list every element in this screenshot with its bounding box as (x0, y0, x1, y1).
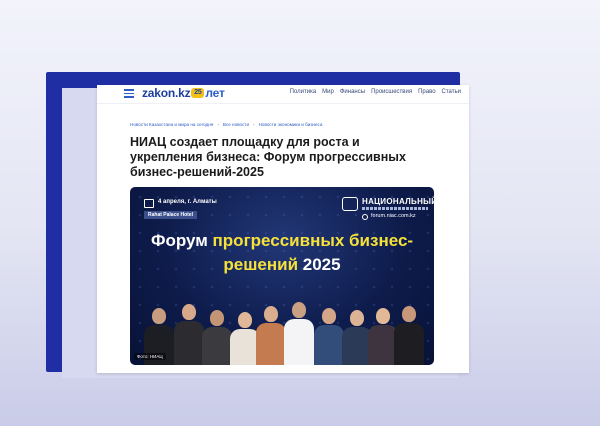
article-screenshot-card: zakon.kz 25 лет Политика Мир Финансы Про… (97, 85, 469, 373)
breadcrumb-item-home[interactable]: Новости Казахстана и мира на сегодня (130, 122, 213, 127)
speakers-group-photo (130, 279, 434, 365)
event-website: forum.niac.com.kz (371, 213, 416, 219)
nav-item-politics[interactable]: Политика (290, 89, 317, 95)
nav-item-law[interactable]: Право (418, 89, 435, 95)
hamburger-menu-icon[interactable] (124, 89, 134, 98)
logo-suffix: лет (205, 86, 225, 100)
site-header: zakon.kz 25 лет Политика Мир Финансы Про… (97, 85, 469, 104)
nav-item-finance[interactable]: Финансы (340, 89, 365, 95)
event-venue: Rahat Palace Hotel (144, 211, 198, 219)
calendar-icon (144, 199, 154, 208)
nav-item-articles[interactable]: Статьи (442, 89, 461, 95)
speaker-figure (284, 302, 314, 365)
org-subtitle-line (362, 207, 428, 210)
photo-credit: Фото: НИАЦ (134, 353, 166, 360)
speaker-figure (314, 308, 344, 365)
breadcrumb-item-all-news[interactable]: Все новости (223, 122, 249, 127)
speaker-figure (256, 306, 286, 365)
org-name: НАЦИОНАЛЬНЫЙ (362, 197, 434, 206)
main-nav: Политика Мир Финансы Происшествия Право … (290, 89, 461, 95)
banner-headline: Форум прогрессивных бизнес-решений 2025 (130, 229, 434, 277)
anniversary-badge-icon: 25 (191, 88, 205, 98)
speaker-figure (394, 306, 424, 365)
breadcrumb-item-business[interactable]: Новости экономики и бизнеса (259, 122, 323, 127)
headline-part-2: 2025 (298, 255, 341, 274)
article-title: НИАЦ создает площадку для роста и укрепл… (130, 135, 406, 179)
breadcrumb-separator: › (253, 122, 255, 127)
logo-text: zakon.kz (142, 86, 191, 100)
globe-icon (362, 214, 368, 220)
site-logo[interactable]: zakon.kz 25 лет (142, 86, 225, 100)
niac-logo-icon (342, 197, 358, 211)
headline-part-1: Форум (150, 231, 213, 250)
nav-item-world[interactable]: Мир (322, 89, 334, 95)
speaker-figure (174, 304, 204, 365)
nav-item-incidents[interactable]: Происшествия (371, 89, 412, 95)
breadcrumb: Новости Казахстана и мира на сегодня › В… (130, 122, 322, 127)
event-date-location: 4 апреля, г. Алматы (158, 199, 217, 205)
article-banner-image: 4 апреля, г. Алматы Rahat Palace Hotel Н… (130, 187, 434, 365)
breadcrumb-separator: › (217, 122, 219, 127)
speaker-figure (202, 310, 232, 365)
